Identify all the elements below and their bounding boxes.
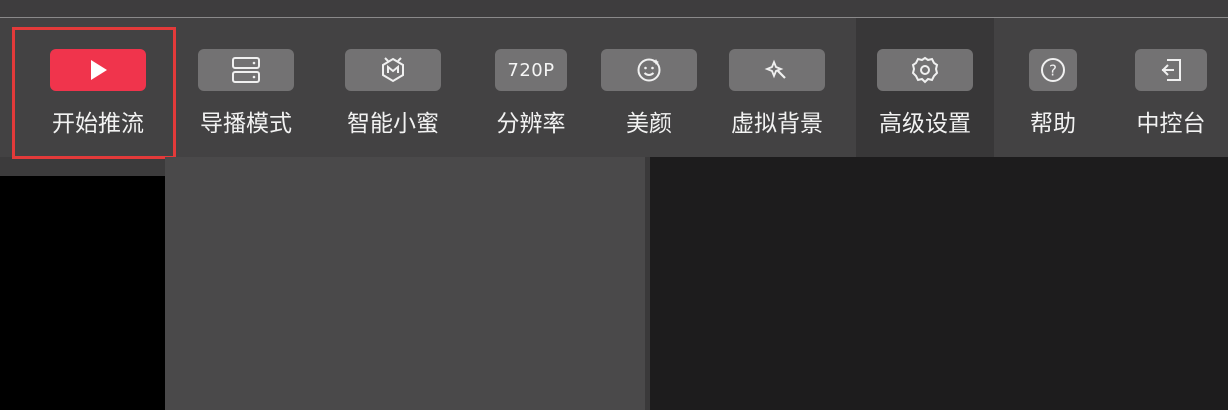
start-stream-label: 开始推流 <box>52 111 144 137</box>
resolution-button[interactable]: 720P <box>495 49 567 91</box>
director-mode-button[interactable] <box>198 49 294 91</box>
help-tool[interactable]: ? 帮助 <box>1017 18 1089 157</box>
enter-console-icon <box>1157 56 1185 84</box>
preview-pane-left <box>0 176 165 410</box>
beauty-label: 美颜 <box>626 111 672 137</box>
gear-icon <box>910 55 940 85</box>
virtual-background-tool[interactable]: 虚拟背景 <box>725 18 829 157</box>
smart-assistant-button[interactable] <box>345 49 441 91</box>
advanced-settings-tool[interactable]: 高级设置 <box>856 18 994 157</box>
resolution-label: 分辨率 <box>496 111 566 137</box>
play-icon <box>85 57 111 83</box>
console-label: 中控台 <box>1136 111 1206 137</box>
assistant-face-icon <box>379 56 407 84</box>
director-mode-tool[interactable]: 导播模式 <box>194 18 298 157</box>
streaming-app: 开始推流 导播模式 智能小蜜 720P 分辨率 美颜 虚拟背景 高级设置 ? 帮… <box>0 0 1228 410</box>
smart-assistant-tool[interactable]: 智能小蜜 <box>341 18 445 157</box>
smart-assistant-label: 智能小蜜 <box>347 111 439 137</box>
beauty-button[interactable] <box>601 49 697 91</box>
svg-text:?: ? <box>1049 62 1057 80</box>
console-button[interactable] <box>1135 49 1207 91</box>
help-label: 帮助 <box>1030 111 1076 137</box>
console-tool[interactable]: 中控台 <box>1123 18 1219 157</box>
beauty-tool[interactable]: 美颜 <box>597 18 701 157</box>
start-stream-tool[interactable]: 开始推流 <box>46 18 150 157</box>
preview-pane-right <box>650 157 1228 410</box>
start-stream-button[interactable] <box>50 49 146 91</box>
advanced-settings-button[interactable] <box>877 49 973 91</box>
director-mode-label: 导播模式 <box>200 111 292 137</box>
resolution-value: 720P <box>507 59 555 81</box>
main-toolbar: 开始推流 导播模式 智能小蜜 720P 分辨率 美颜 虚拟背景 高级设置 ? 帮… <box>0 18 1228 157</box>
server-stack-icon <box>231 56 261 84</box>
magic-wand-icon <box>764 57 790 83</box>
scene-canvas[interactable] <box>165 157 645 410</box>
resolution-tool[interactable]: 720P 分辨率 <box>483 18 579 157</box>
advanced-settings-label: 高级设置 <box>879 111 971 137</box>
virtual-background-label: 虚拟背景 <box>731 111 823 137</box>
smile-face-icon <box>635 56 663 84</box>
help-button[interactable]: ? <box>1029 49 1077 91</box>
help-circle-icon: ? <box>1039 56 1067 84</box>
title-strip <box>0 0 1228 18</box>
virtual-background-button[interactable] <box>729 49 825 91</box>
